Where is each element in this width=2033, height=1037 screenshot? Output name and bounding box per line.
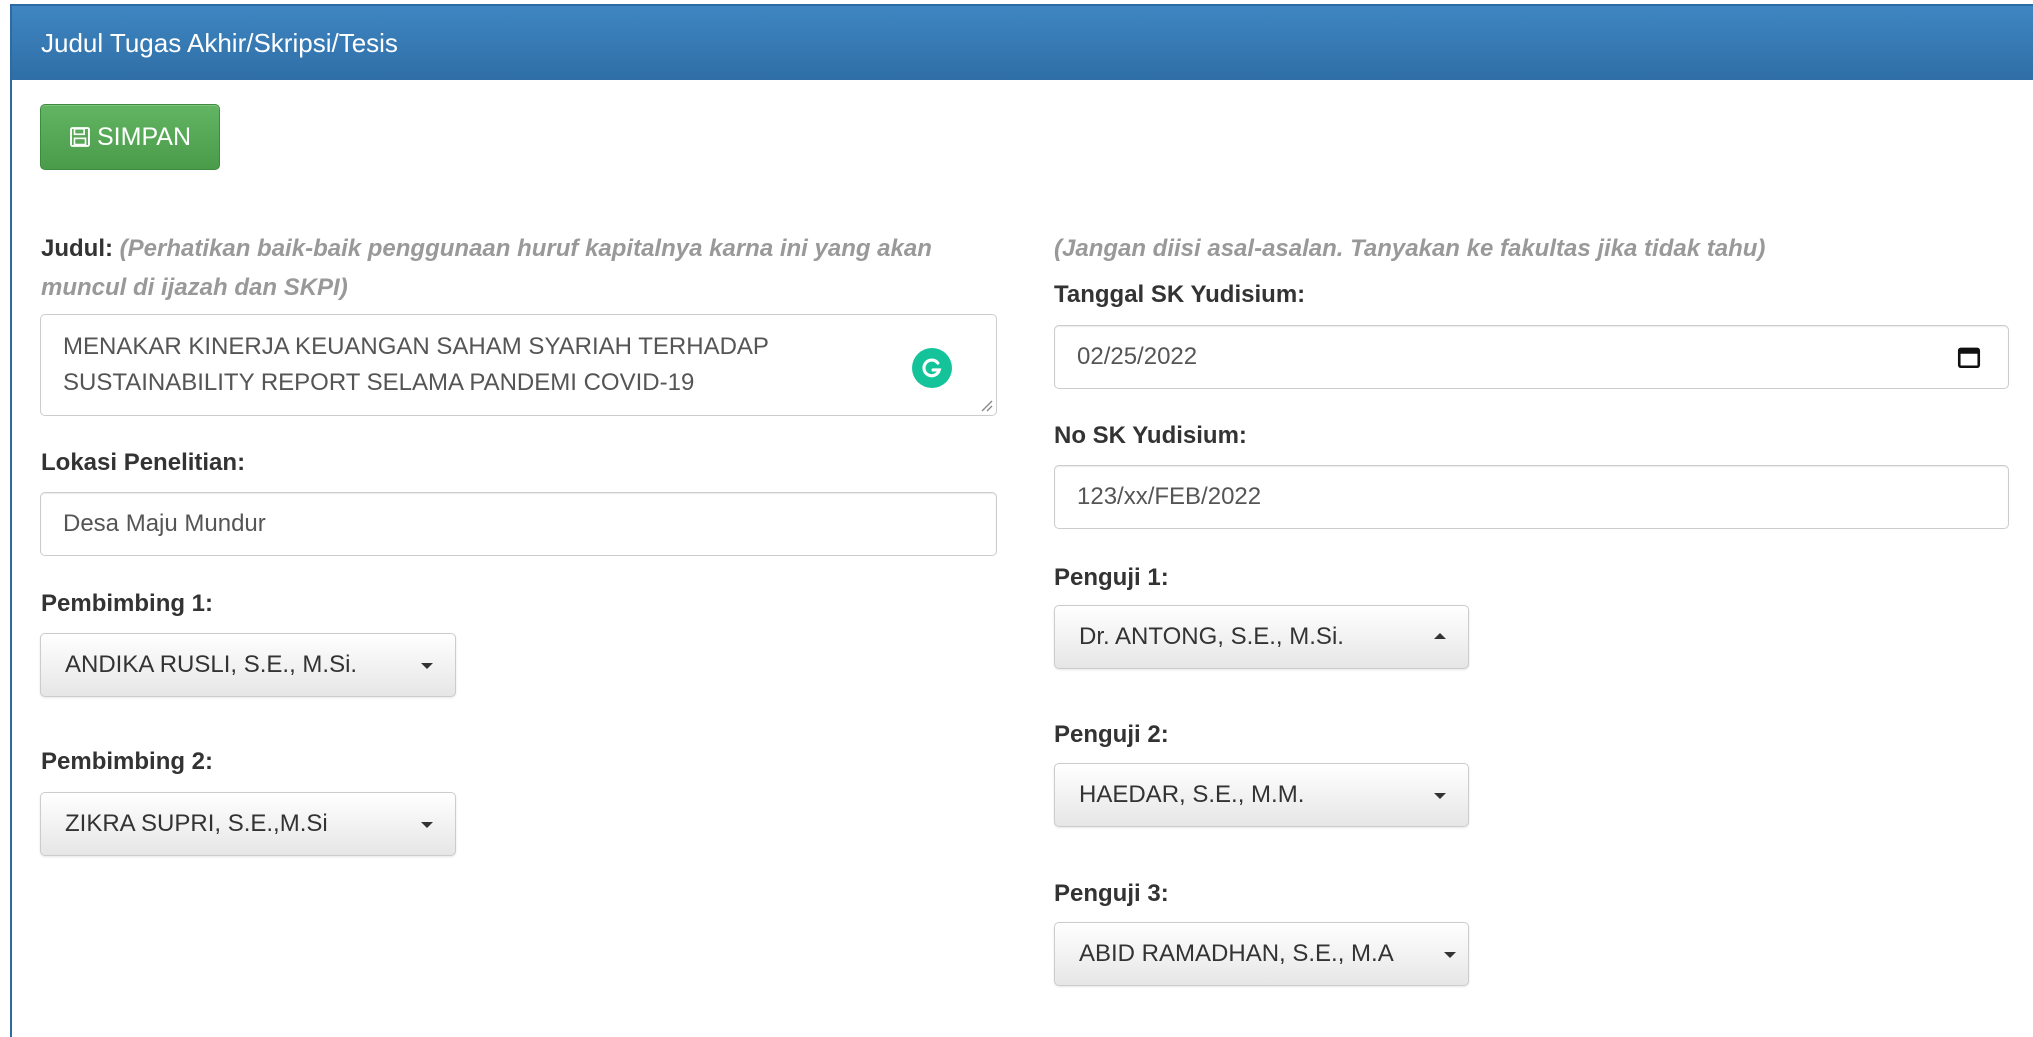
lokasi-label: Lokasi Penelitian: [41, 449, 246, 476]
penguji2-label: Penguji 2: [1054, 721, 1169, 748]
pembimbing1-value: ANDIKA RUSLI, S.E., M.Si. [65, 651, 358, 678]
save-button-label: SIMPAN [97, 122, 191, 151]
pembimbing1-dropdown[interactable]: ANDIKA RUSLI, S.E., M.Si. [40, 633, 456, 697]
resize-grip-icon[interactable] [979, 398, 993, 412]
tanggal-label: Tanggal SK Yudisium: [1054, 281, 1306, 308]
judul-label: Judul: [41, 235, 113, 262]
judul-label-block: Judul: (Perhatikan baik-baik penggunaan … [41, 229, 1001, 307]
judul-line-1: MENAKAR KINERJA KEUANGAN SAHAM SYARIAH T… [63, 333, 769, 360]
lokasi-input[interactable]: Desa Maju Mundur [40, 492, 997, 556]
pembimbing2-label: Pembimbing 2: [41, 748, 214, 775]
penguji3-value: ABID RAMADHAN, S.E., M.A [1079, 940, 1394, 967]
penguji2-value: HAEDAR, S.E., M.M. [1079, 781, 1305, 808]
nosk-input[interactable]: 123/xx/FEB/2022 [1054, 465, 2009, 529]
grammarly-icon[interactable] [912, 348, 952, 388]
chevron-down-icon [421, 663, 433, 669]
tanggal-value: 02/25/2022 [1077, 343, 1198, 370]
save-button[interactable]: SIMPAN [40, 104, 220, 170]
chevron-down-icon [421, 822, 433, 828]
judul-hint: (Perhatikan baik-baik penggunaan huruf k… [41, 235, 932, 301]
chevron-down-icon [1434, 793, 1446, 799]
judul-textarea[interactable]: MENAKAR KINERJA KEUANGAN SAHAM SYARIAH T… [40, 314, 997, 416]
floppy-disk-icon [70, 127, 90, 147]
panel-title: Judul Tugas Akhir/Skripsi/Tesis [12, 6, 2033, 80]
judul-line-2: SUSTAINABILITY REPORT SELAMA PANDEMI COV… [63, 369, 695, 396]
chevron-down-icon [1444, 952, 1456, 958]
penguji1-label: Penguji 1: [1054, 564, 1169, 591]
penguji1-dropdown[interactable]: Dr. ANTONG, S.E., M.Si. [1054, 605, 1469, 669]
calendar-icon[interactable] [1956, 344, 1982, 370]
penguji2-dropdown[interactable]: HAEDAR, S.E., M.M. [1054, 763, 1469, 827]
chevron-up-icon [1434, 633, 1446, 639]
nosk-label: No SK Yudisium: [1054, 422, 1247, 449]
pembimbing2-dropdown[interactable]: ZIKRA SUPRI, S.E.,M.Si [40, 792, 456, 856]
penguji3-dropdown[interactable]: ABID RAMADHAN, S.E., M.A [1054, 922, 1469, 986]
pembimbing1-label: Pembimbing 1: [41, 590, 214, 617]
penguji1-value: Dr. ANTONG, S.E., M.Si. [1079, 623, 1344, 650]
penguji3-label: Penguji 3: [1054, 880, 1169, 907]
pembimbing2-value-text: ZIKRA SUPRI, S.E.,M.Si [65, 810, 328, 837]
tanggal-date-input[interactable]: 02/25/2022 [1054, 325, 2009, 389]
right-hint: (Jangan diisi asal-asalan. Tanyakan ke f… [1054, 235, 1766, 262]
